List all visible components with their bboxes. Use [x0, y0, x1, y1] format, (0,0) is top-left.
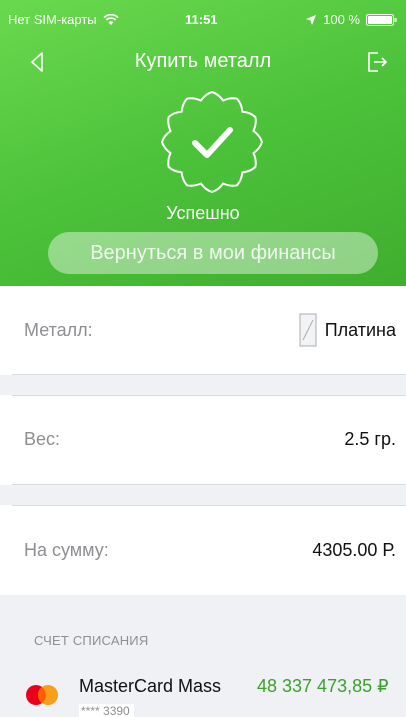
battery-label: 100 % [323, 12, 360, 27]
status-bar: Нет SIM-карты 11:51 100 % [0, 0, 406, 40]
success-badge-icon [160, 90, 264, 194]
weight-row: Вес: 2.5 гр. [0, 396, 406, 482]
status-bar-right: 100 % [305, 12, 398, 27]
location-arrow-icon [306, 14, 317, 25]
clock: 11:51 [185, 12, 218, 27]
page-title: Купить металл [134, 50, 272, 72]
success-header: Нет SIM-карты 11:51 100 % Купить металл [0, 0, 406, 286]
weight-label: Вес: [24, 429, 61, 449]
metal-row: Металл: Платина [0, 286, 406, 374]
metal-label: Металл: [24, 320, 93, 340]
row-gap [0, 485, 406, 505]
card-number: **** 3390 [79, 704, 134, 717]
sum-row: На сумму: 4305.00 Р. [0, 506, 406, 594]
status-bar-left: Нет SIM-карты [8, 12, 119, 27]
metal-value-group: Платина [299, 286, 396, 374]
battery-icon [366, 13, 397, 26]
metal-value: Платина [324, 320, 396, 340]
weight-value: 2.5 гр. [344, 429, 396, 449]
card-name: MasterCard Mass [79, 676, 222, 696]
exit-icon[interactable] [366, 50, 388, 74]
return-to-finances-button[interactable]: Вернуться в мои финансы [48, 232, 378, 274]
mastercard-icon [26, 685, 58, 705]
wifi-icon [103, 13, 119, 25]
sum-label: На сумму: [24, 540, 109, 560]
section-label: СЧЕТ СПИСАНИЯ [34, 633, 149, 648]
nav-bar: Купить металл [0, 44, 406, 82]
row-gap [0, 375, 406, 395]
success-status: Успешно [166, 203, 240, 223]
ingot-icon [299, 313, 317, 347]
card-balance: 48 337 473,85 ₽ [257, 676, 389, 696]
sum-value: 4305.00 Р. [312, 540, 396, 560]
carrier-label: Нет SIM-карты [8, 12, 97, 27]
debit-card-row[interactable]: MasterCard Mass 48 337 473,85 ₽ **** 339… [0, 654, 406, 717]
